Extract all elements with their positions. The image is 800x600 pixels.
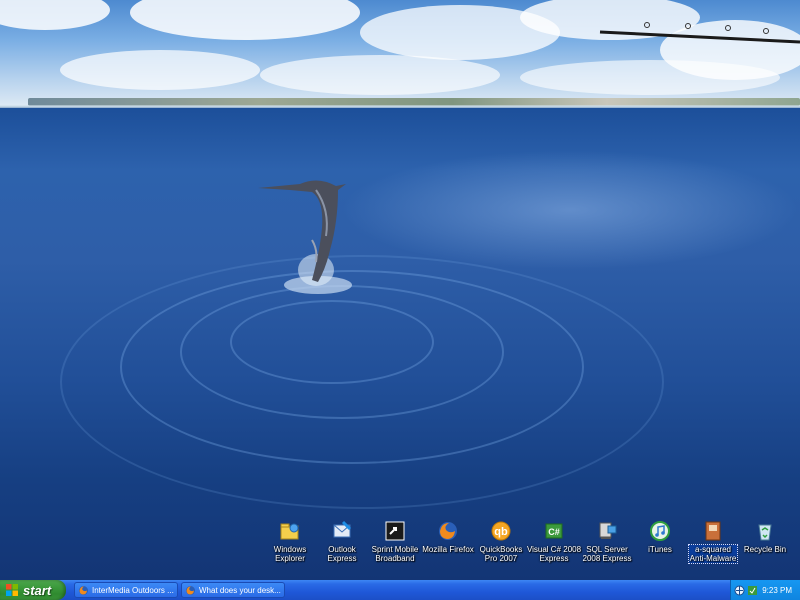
start-label: start bbox=[23, 582, 52, 598]
windows-logo-icon bbox=[6, 584, 18, 596]
desktop-icon-label: Windows Explorer bbox=[273, 545, 307, 563]
desktop-icon-label: Recycle Bin bbox=[743, 545, 787, 554]
a-squared-icon bbox=[705, 521, 721, 541]
taskbar-button-label: InterMedia Outdoors ... bbox=[92, 585, 174, 595]
desktop-icon-label: Outlook Express bbox=[327, 545, 357, 563]
system-tray: 9:23 PM bbox=[730, 580, 800, 600]
taskbar-button[interactable]: InterMedia Outdoors ... bbox=[74, 582, 178, 598]
desktop-icon-label: Sprint Mobile Broadband bbox=[371, 545, 419, 563]
desktop-icon-label: Mozilla Firefox bbox=[422, 545, 474, 554]
desktop-icon-label: a-squared Anti-Malware bbox=[687, 544, 739, 564]
taskbar: start InterMedia Outdoors ... What does … bbox=[0, 580, 800, 600]
sql-server-icon bbox=[599, 522, 617, 539]
sailfish-and-rod-graphic bbox=[258, 22, 800, 294]
firefox-icon bbox=[439, 522, 457, 540]
desktop-icon-label: SQL Server 2008 Express bbox=[582, 545, 632, 563]
itunes-icon bbox=[650, 521, 670, 541]
desktop-icon-label: Visual C# 2008 Express bbox=[526, 545, 582, 563]
svg-text:C#: C# bbox=[548, 527, 560, 537]
svg-text:qb: qb bbox=[494, 526, 508, 538]
taskbar-button-label: What does your desk... bbox=[199, 585, 281, 595]
security-shield-icon[interactable] bbox=[747, 585, 758, 596]
desktop-wallpaper bbox=[0, 0, 800, 580]
visual-csharp-icon: C# bbox=[545, 523, 563, 539]
sprint-shortcut-icon bbox=[385, 521, 405, 541]
desktop-icon-label: QuickBooks Pro 2007 bbox=[479, 545, 523, 563]
desktop-icon-label: iTunes bbox=[648, 545, 672, 554]
taskbar-button[interactable]: What does your desk... bbox=[181, 582, 285, 598]
recycle-bin-icon bbox=[758, 524, 772, 541]
folder-explorer-icon bbox=[280, 523, 299, 540]
desktop-icon-recycle-bin[interactable]: Recycle Bin bbox=[734, 520, 796, 554]
outlook-express-icon bbox=[333, 520, 352, 538]
clock[interactable]: 9:23 PM bbox=[762, 586, 792, 595]
start-button[interactable]: start bbox=[0, 580, 66, 600]
quickbooks-icon: qb bbox=[491, 521, 511, 541]
firefox-icon bbox=[79, 585, 88, 595]
firefox-icon bbox=[186, 585, 195, 595]
network-icon[interactable] bbox=[734, 585, 745, 596]
